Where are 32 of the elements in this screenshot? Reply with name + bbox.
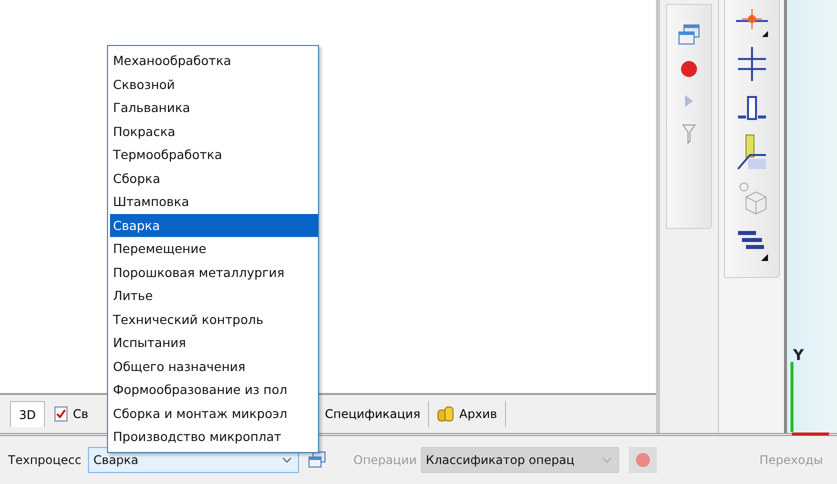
dropdown-item[interactable]: Литье	[110, 284, 318, 308]
tab[interactable]: 3D	[10, 401, 45, 427]
dropdown-item[interactable]: Гальваника	[110, 96, 318, 120]
axis-label: Y	[793, 345, 804, 366]
dropdown-item[interactable]: Испытания	[110, 331, 318, 354]
dropdown-item[interactable]: Сварка	[110, 214, 318, 237]
dropdown-item[interactable]: Покраска	[110, 120, 318, 143]
dropdown-item[interactable]: Перемещение	[110, 237, 318, 260]
transitions-label: Переходы	[759, 452, 823, 469]
dropdown-item[interactable]: Формообразование из пол	[110, 378, 318, 402]
dropdown-item[interactable]: Термообработка	[110, 143, 318, 166]
dropdown-item[interactable]: Производство микроплат	[110, 425, 318, 448]
checklist-icon	[52, 406, 69, 422]
chevron-icon	[602, 456, 612, 464]
record-icon[interactable]	[679, 59, 699, 79]
windows-icon	[307, 451, 328, 469]
chevron-icon	[282, 456, 292, 464]
tab[interactable]: Архив	[429, 401, 506, 427]
dropdown-item[interactable]: Сборка	[110, 166, 318, 190]
dropdown-item[interactable]: Сборка и монтаж микроэл	[110, 402, 318, 425]
cylinders-icon	[437, 406, 456, 422]
process-label: Техпроцесс	[8, 452, 82, 469]
funnel-icon[interactable]	[679, 123, 699, 145]
dropdown-item[interactable]: Технический контроль	[110, 308, 318, 331]
record-icon	[634, 452, 651, 468]
dropdown-item[interactable]: Сквозной	[110, 72, 318, 96]
operations-label: Операции	[353, 452, 417, 469]
dropdown-item[interactable]: Механообработка	[110, 49, 318, 72]
dropdown-item[interactable]: Штамповка	[110, 190, 318, 214]
dropdown-item[interactable]: Порошковая металлургия	[110, 260, 318, 284]
dropdown-item[interactable]: Общего назначения	[110, 354, 318, 378]
windows-icon[interactable]	[677, 23, 701, 47]
